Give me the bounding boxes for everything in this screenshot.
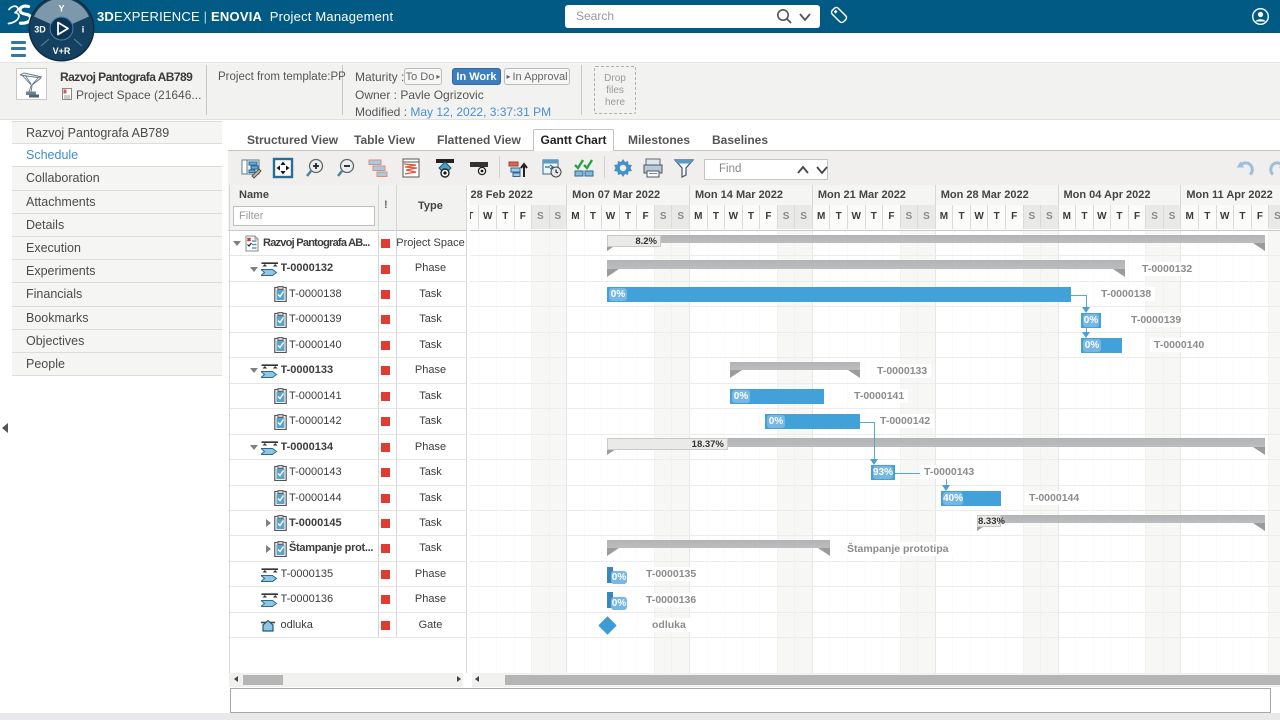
svg-text:i: i	[82, 25, 85, 35]
svg-text:Y: Y	[58, 4, 64, 14]
svg-text:V+R: V+R	[53, 46, 71, 56]
svg-text:3D: 3D	[34, 25, 46, 35]
